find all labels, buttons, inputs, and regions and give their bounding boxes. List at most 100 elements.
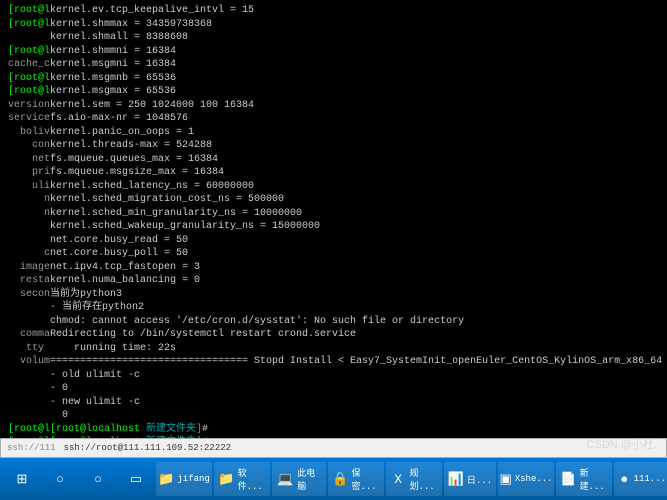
terminal-line: - 当前存在python2: [8, 301, 659, 315]
line-text: net.ipv4.tcp_fastopen = 3: [50, 262, 200, 273]
terminal-line: [root@lkernel.shmmni = 16384: [8, 45, 659, 59]
line-prefix: [root@l: [8, 18, 50, 32]
watermark-text: CSDN @小杜.: [587, 436, 657, 452]
app-label: 新建...: [580, 466, 608, 492]
line-prefix: [8, 220, 50, 234]
windows-taskbar: ⊞ ○ ○ ▭ 📁jifang📁软件...💻此电脑🔒保密...X规划...📊日.…: [0, 458, 667, 500]
terminal-line: prifs.mqueue.msgsize_max = 16384: [8, 166, 659, 180]
taskview-icon: ▭: [126, 469, 146, 489]
terminal-line: chmod: cannot access '/etc/cron.d/syssta…: [8, 315, 659, 329]
terminal-line: tty running time: 22s: [8, 342, 659, 356]
taskbar-app-5[interactable]: 📊日...: [444, 462, 496, 496]
terminal-line: nkernel.sched_min_granularity_ns = 10000…: [8, 207, 659, 221]
app-label: 保密...: [351, 466, 379, 492]
terminal-line: servicefs.aio-max-nr = 1048576: [8, 112, 659, 126]
line-prefix: [8, 234, 50, 248]
terminal-line: - 0: [8, 382, 659, 396]
app-icon: 🔒: [332, 469, 349, 489]
line-prefix: [8, 409, 50, 423]
line-text: kernel.msgmnb = 65536: [50, 73, 176, 84]
app-icon: 📊: [448, 469, 464, 489]
terminal-line: 0: [8, 409, 659, 423]
line-prefix: resta: [8, 274, 50, 288]
taskbar-app-1[interactable]: 📁软件...: [214, 462, 270, 496]
line-prefix: tty: [8, 342, 50, 356]
line-text: net.core.busy_read = 50: [50, 235, 188, 246]
line-prefix: comma: [8, 328, 50, 342]
line-text: kernel.ev.tcp_keepalive_intvl = 15: [50, 5, 254, 16]
prompt-hash: #: [202, 437, 208, 438]
terminal-line: netfs.mqueue.queues_max = 16384: [8, 153, 659, 167]
terminal-line: commaRedirecting to /bin/systemctl resta…: [8, 328, 659, 342]
cortana-button[interactable]: ○: [80, 462, 116, 496]
terminal-line: cache_ckernel.msgmni = 16384: [8, 58, 659, 72]
line-text: kernel.panic_on_oops = 1: [50, 127, 194, 138]
taskbar-app-8[interactable]: ●111...: [614, 462, 667, 496]
taskbar-app-7[interactable]: 📄新建...: [556, 462, 612, 496]
line-prefix: n: [8, 193, 50, 207]
line-prefix: net: [8, 153, 50, 167]
terminal-prompt[interactable]: [root@l[root@localhost 新建文件夹]#: [8, 423, 659, 437]
line-text: kernel.sched_min_granularity_ns = 100000…: [50, 208, 302, 219]
taskbar-app-4[interactable]: X规划...: [386, 462, 442, 496]
terminal-line: bolivkernel.panic_on_oops = 1: [8, 126, 659, 140]
line-prefix: uli: [8, 180, 50, 194]
prompt-user: [root@localhost: [50, 424, 146, 435]
app-label: jifang: [177, 474, 209, 484]
terminal-line: restakernel.numa_balancing = 0: [8, 274, 659, 288]
app-label: 日...: [467, 473, 492, 486]
terminal-line: imagenet.ipv4.tcp_fastopen = 3: [8, 261, 659, 275]
app-icon: 📄: [560, 469, 577, 489]
terminal-line: kernel.shmall = 8388608: [8, 31, 659, 45]
line-text: kernel.sem = 250 1024000 100 16384: [50, 100, 254, 111]
line-text: 0: [50, 410, 68, 421]
search-button[interactable]: ○: [42, 462, 78, 496]
terminal-line: nkernel.sched_migration_cost_ns = 500000: [8, 193, 659, 207]
line-prefix: volum: [8, 355, 50, 369]
taskbar-app-6[interactable]: ▣Xshe...: [498, 462, 554, 496]
taskbar-app-2[interactable]: 💻此电脑: [272, 462, 326, 496]
terminal-line: net.core.busy_read = 50: [8, 234, 659, 248]
terminal-line: secon当前为python3: [8, 288, 659, 302]
ssh-address-bar[interactable]: ssh://111 ssh://root@111.111.109.52:2222…: [0, 438, 667, 458]
app-label: 规划...: [409, 466, 437, 492]
line-prefix: [8, 31, 50, 45]
line-prefix: [root@l: [8, 45, 50, 59]
prompt-path: 新建文件夹]: [146, 437, 202, 438]
line-text: kernel.shmmax = 34359738368: [50, 19, 212, 30]
line-prefix: secon: [8, 288, 50, 302]
taskview-button[interactable]: ▭: [118, 462, 154, 496]
terminal-output[interactable]: [root@lkernel.ev.tcp_keepalive_intvl = 1…: [0, 0, 667, 438]
start-button[interactable]: ⊞: [4, 462, 40, 496]
line-text: kernel.threads-max = 524288: [50, 140, 212, 151]
terminal-line: - new ulimit -c: [8, 396, 659, 410]
line-text: kernel.shmall = 8388608: [50, 32, 188, 43]
line-prefix: [8, 315, 50, 329]
line-text: fs.mqueue.queues_max = 16384: [50, 154, 218, 165]
cortana-icon: ○: [88, 469, 108, 489]
prompt-user: [root@localhost: [50, 437, 146, 438]
app-icon: 💻: [276, 469, 294, 489]
line-prefix: [root@l: [8, 72, 50, 86]
search-icon: ○: [50, 469, 70, 489]
line-text: - 0: [50, 383, 68, 394]
line-text: ================================= Stopd …: [50, 356, 667, 367]
terminal-line: cnet.core.busy_poll = 50: [8, 247, 659, 261]
line-text: kernel.msgmni = 16384: [50, 59, 176, 70]
address-prefix: ssh://111: [7, 443, 56, 453]
app-label: Xshe...: [515, 474, 553, 484]
app-icon: 📁: [158, 469, 174, 489]
windows-icon: ⊞: [12, 469, 32, 489]
line-text: kernel.shmmni = 16384: [50, 46, 176, 57]
line-text: 当前为python3: [50, 289, 122, 300]
line-text: kernel.msgmax = 65536: [50, 86, 176, 97]
taskbar-app-0[interactable]: 📁jifang: [156, 462, 212, 496]
line-prefix: [8, 301, 50, 315]
app-icon: 📁: [218, 469, 235, 489]
prompt-path: 新建文件夹]: [146, 424, 202, 435]
prompt-prefix: [root@l: [8, 436, 50, 438]
line-prefix: [root@l: [8, 85, 50, 99]
taskbar-app-3[interactable]: 🔒保密...: [328, 462, 384, 496]
prompt-hash: #: [202, 424, 208, 435]
app-icon: ●: [618, 469, 631, 489]
